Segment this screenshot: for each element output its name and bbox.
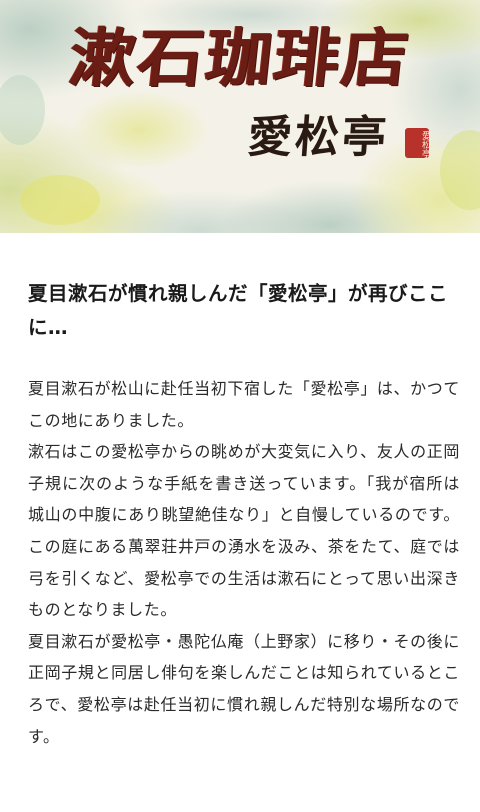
seal-text: 愛松亭 [420, 130, 429, 158]
article-paragraph: 夏目漱石が愛松亭・愚陀仏庵（上野家）に移り・その後に正岡子規と同居し俳句を楽しん… [28, 631, 460, 746]
article-paragraph: 漱石はこの愛松亭からの眺めが大変気に入り、友人の正岡子規に次のような手紙を書き送… [28, 442, 460, 620]
article-body: 夏目漱石が松山に赴任当初下宿した「愛松亭」は、かつてこの地にありました。 漱石は… [28, 373, 460, 752]
shop-logo-subtitle: 愛松亭 [246, 112, 391, 163]
shop-logo-title: 漱石珈琲店 [66, 20, 414, 96]
seal-stamp-icon: 愛松亭 [405, 128, 429, 158]
article-content: 夏目漱石が慣れ親しんだ「愛松亭」が再びここに… 夏目漱石が松山に赴任当初下宿した… [28, 277, 460, 746]
article-paragraph: 夏目漱石が松山に赴任当初下宿した「愛松亭」は、かつてこの地にありました。 [28, 379, 460, 430]
hero-banner: 漱石珈琲店 愛松亭 愛松亭 [0, 0, 480, 233]
article-headline: 夏目漱石が慣れ親しんだ「愛松亭」が再びここに… [28, 282, 449, 339]
